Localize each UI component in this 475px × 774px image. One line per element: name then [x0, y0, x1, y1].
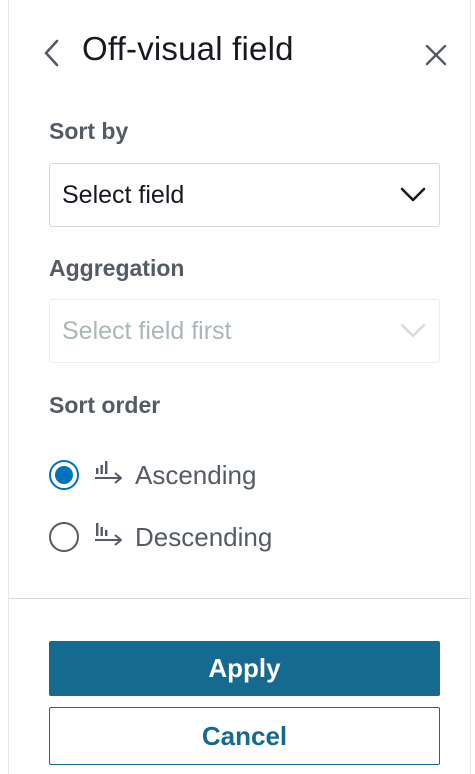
off-visual-field-panel: Off-visual field Sort by Select field Ag…: [8, 0, 471, 774]
apply-button[interactable]: Apply: [49, 641, 440, 696]
footer-divider: [9, 598, 470, 599]
sort-by-value: Select field: [62, 181, 185, 209]
sort-by-label: Sort by: [49, 118, 129, 144]
close-button[interactable]: [422, 41, 450, 69]
back-button[interactable]: [39, 36, 65, 70]
chevron-down-icon: [400, 187, 426, 202]
chevron-down-icon: [400, 323, 426, 338]
ascending-radio[interactable]: [49, 460, 79, 490]
sort-descending-option[interactable]: Descending: [49, 516, 349, 556]
aggregation-select: Select field first: [49, 299, 440, 363]
descending-radio[interactable]: [49, 522, 79, 552]
sort-by-select[interactable]: Select field: [49, 163, 440, 227]
cancel-button[interactable]: Cancel: [49, 707, 440, 765]
sort-descending-icon: [95, 523, 122, 546]
sort-ascending-option[interactable]: Ascending: [49, 454, 349, 494]
panel-title: Off-visual field: [82, 30, 294, 67]
ascending-label: Ascending: [135, 460, 257, 490]
close-icon: [425, 44, 447, 66]
aggregation-label: Aggregation: [49, 255, 185, 281]
sort-ascending-icon: [95, 461, 122, 484]
aggregation-value: Select field first: [62, 317, 232, 345]
chevron-left-icon: [44, 39, 59, 67]
panel-header: Off-visual field: [9, 22, 470, 82]
descending-label: Descending: [135, 522, 273, 552]
sort-order-label: Sort order: [49, 392, 161, 418]
